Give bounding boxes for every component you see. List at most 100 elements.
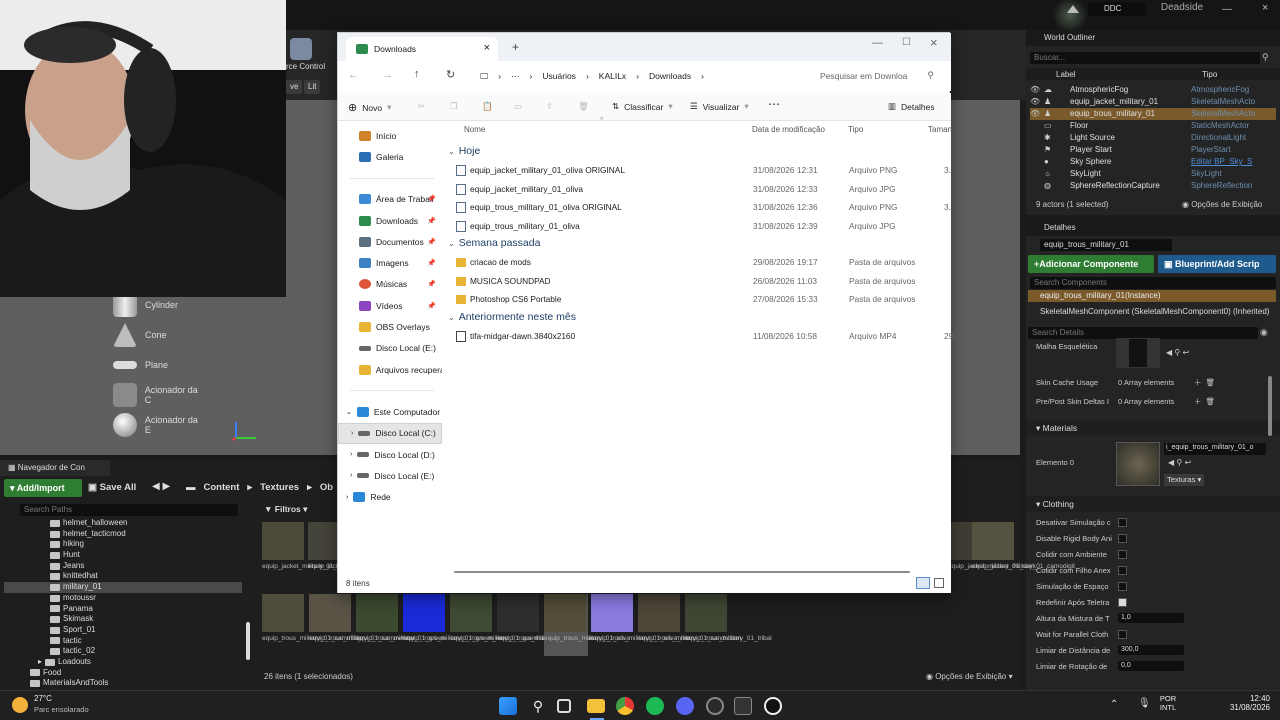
file-explorer-icon[interactable]	[587, 699, 605, 713]
col-header-type[interactable]: Tipo	[848, 125, 863, 141]
file-row[interactable]: equip_trous_military_01_oliva ORIGINAL 31…	[450, 198, 951, 217]
source-control-button-icon[interactable]	[290, 38, 312, 60]
breadcrumb[interactable]: 🖵 › ⋯ › Usuários › KALILx › Downloads ›	[472, 65, 800, 87]
nav-item-obs-overlays[interactable]: OBS Overlays	[338, 316, 442, 337]
eye-icon[interactable]: 👁	[1030, 108, 1044, 120]
actor-name-field[interactable]: equip_trous_military_01	[1040, 239, 1172, 251]
col-header-date[interactable]: Data de modificação	[752, 125, 825, 141]
prop-checkbox[interactable]	[1118, 533, 1127, 543]
breadcrumb-item[interactable]: Downloads	[649, 71, 691, 81]
path-segment[interactable]: Textures	[260, 482, 299, 493]
group-header[interactable]: ⌄ Hoje	[448, 145, 480, 157]
close-icon[interactable]: ×	[1262, 2, 1268, 14]
col-type[interactable]: Tipo	[1202, 70, 1217, 79]
maximize-icon[interactable]: ☐	[902, 37, 911, 48]
outliner-row[interactable]: ▭ Floor StaticMeshActor	[1030, 120, 1276, 132]
minimize-icon[interactable]: —	[872, 37, 883, 49]
material-thumbnail[interactable]	[1116, 442, 1160, 486]
copy-icon[interactable]: ❐	[450, 101, 458, 112]
breadcrumb-item[interactable]: KALILx	[599, 71, 626, 81]
rename-icon[interactable]: ▭	[514, 101, 522, 112]
chevron-up-icon[interactable]: ⌃	[1110, 699, 1118, 710]
cut-icon[interactable]: ✂	[418, 101, 425, 112]
outliner-row[interactable]: ● Sky Sphere Editar BP_Sky_S	[1030, 156, 1276, 168]
discord-icon[interactable]	[676, 697, 694, 715]
trash-icon[interactable]: 🗑	[1206, 378, 1216, 387]
material-select[interactable]: i_equip_trous_military_01_o	[1164, 443, 1266, 455]
asset-tile[interactable]: equip_trous_military_01_tribal	[685, 594, 772, 656]
sort-button[interactable]: ⇅ Classificar ▾	[612, 101, 673, 112]
tree-folder[interactable]: helmet_halloween	[30, 518, 242, 529]
tree-folder[interactable]: tactic	[30, 636, 242, 647]
mesh-thumbnail[interactable]	[1116, 338, 1160, 368]
tree-folder[interactable]: Hunt	[30, 550, 242, 561]
nav-item-documents[interactable]: Documentos 📌	[338, 231, 442, 252]
more-icon[interactable]: ⋯	[511, 71, 520, 82]
prop-number-field[interactable]: 300,0	[1118, 645, 1184, 655]
file-row[interactable]: equip_jacket_military_01_oliva 31/08/2026…	[450, 180, 950, 199]
prop-checkbox-checked[interactable]	[1118, 597, 1127, 607]
asset-tile[interactable]: equip_trous_military_01_green	[356, 594, 445, 656]
more-options-icon[interactable]: ⋯	[768, 97, 780, 111]
share-icon[interactable]: ⇪	[546, 101, 553, 112]
file-row[interactable]: Photoshop CS6 Portable 27/08/2026 15:33 Pa…	[450, 290, 950, 309]
new-tab-icon[interactable]: +	[512, 40, 519, 54]
outliner-row[interactable]: 👁 ♟ equip_jacket_military_01 SkeletalMeshAc…	[1030, 96, 1276, 108]
place-actor-item[interactable]: Acionador da C	[113, 380, 206, 410]
eye-icon[interactable]: 👁	[1030, 84, 1044, 96]
nav-item-recovered[interactable]: Arquivos recuperad	[338, 359, 442, 380]
place-actor-item[interactable]: Acionador da E	[113, 410, 206, 440]
explorer-tab[interactable]: Downloads ×	[346, 37, 498, 61]
col-label[interactable]: Label	[1056, 70, 1076, 79]
asset-tile[interactable]: equip_trous_military_01_camowinter	[309, 594, 415, 656]
prop-checkbox[interactable]	[1118, 629, 1127, 639]
minimize-icon[interactable]: —	[1222, 4, 1232, 15]
pin-icon[interactable]: 📌	[427, 195, 436, 203]
explorer-search-input[interactable]: Pesquisar em Downloa ⚲	[810, 65, 942, 87]
tree-folder[interactable]: Jeans	[30, 561, 242, 572]
save-all-button[interactable]: ▣ Save All	[88, 482, 136, 493]
nav-item-images[interactable]: Imagens 📌	[338, 252, 442, 273]
asset-tile[interactable]: equip_jacket_military_01_camodigit	[972, 522, 1075, 584]
group-header[interactable]: ⌄ Anteriormente neste mês	[448, 311, 576, 323]
place-actor-item[interactable]: Plane	[113, 350, 206, 380]
blueprint-button[interactable]: ▣ Blueprint/Add Scrip	[1158, 255, 1276, 273]
prop-number-field[interactable]: 1,0	[1118, 613, 1184, 623]
file-row[interactable]: equip_trous_military_01_oliva 31/08/2026 …	[450, 217, 950, 236]
paste-icon[interactable]: 📋	[482, 101, 493, 112]
eye-icon[interactable]: 👁	[1030, 96, 1044, 108]
asset-tile[interactable]: equip_trous_military_01_oliva_nm	[591, 594, 690, 656]
close-tab-icon[interactable]: ×	[484, 42, 490, 54]
weather-temp[interactable]: 27°C	[34, 694, 52, 703]
tree-folder[interactable]: MaterialsAndTools	[30, 678, 242, 689]
view-button[interactable]: ☰ Visualizar ▾	[690, 101, 749, 112]
nav-item-this-pc[interactable]: ⌄ Este Computador	[338, 401, 442, 422]
outliner-row[interactable]: 👁 ☁ AtmosphericFog AtmosphericFog	[1030, 84, 1276, 96]
tree-folder[interactable]: tactic_02	[30, 646, 242, 657]
asset-tile[interactable]: equip_trous_military_01_camoflog	[262, 594, 361, 656]
history-arrows[interactable]: ◀ ▶	[152, 481, 170, 492]
tree-scrollbar[interactable]	[246, 622, 250, 660]
nav-item-desktop[interactable]: Área de Trabalho📌	[338, 189, 442, 210]
chrome-icon[interactable]	[616, 697, 634, 715]
prop-checkbox[interactable]	[1118, 581, 1127, 591]
file-row[interactable]: criacao de mods 29/08/2026 19:17 Pasta de …	[450, 253, 950, 272]
place-actor-item[interactable]: Cone	[113, 320, 206, 350]
forward-icon[interactable]: →	[382, 69, 393, 81]
outliner-search-input[interactable]: Buscar...	[1030, 52, 1260, 64]
file-row[interactable]: equip_jacket_military_01_oliva ORIGINAL 3…	[450, 161, 951, 180]
nav-item-network[interactable]: › Rede	[338, 486, 442, 507]
pin-icon[interactable]: 📌	[427, 259, 436, 267]
clothing-header[interactable]: ▾ Clothing	[1026, 496, 1280, 512]
content-view-options[interactable]: ◉ Opções de Exibição ▾	[926, 672, 1013, 681]
tree-folder[interactable]: Sport_01	[30, 625, 242, 636]
pin-icon[interactable]: 📌	[427, 280, 436, 288]
add-icon[interactable]: ＋	[1194, 377, 1202, 388]
asset-tile[interactable]: equip_trous_military_01_hooligan	[497, 594, 594, 656]
viewport-menu-button[interactable]: ve	[286, 80, 303, 94]
prop-checkbox[interactable]	[1118, 517, 1127, 527]
add-import-button[interactable]: ▾ Add/Import	[4, 479, 82, 497]
details-scrollbar[interactable]	[1268, 376, 1272, 436]
outliner-row-selected[interactable]: 👁 ♟ equip_trous_military_01 SkeletalMeshAct…	[1030, 108, 1276, 120]
tree-folder[interactable]: Skimask	[30, 614, 242, 625]
